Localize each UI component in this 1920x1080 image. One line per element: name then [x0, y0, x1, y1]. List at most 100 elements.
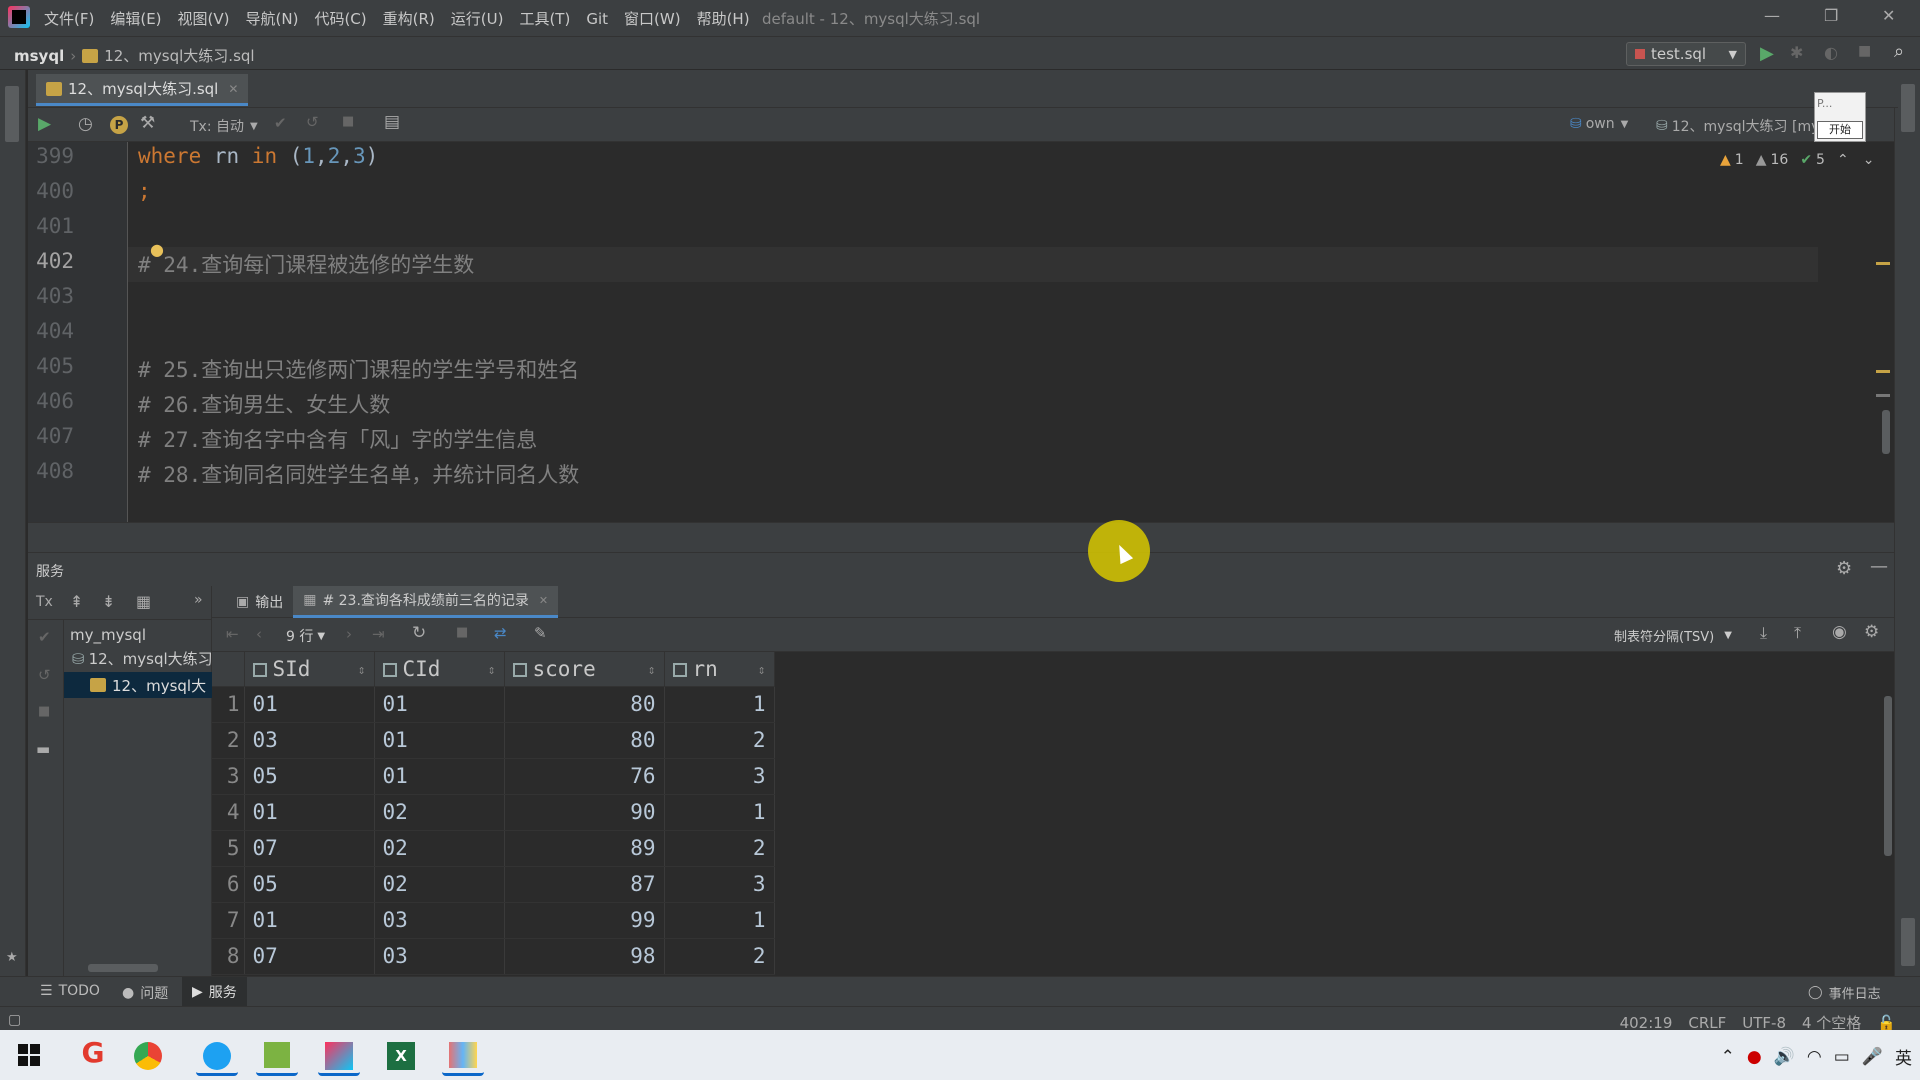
close-tab-icon[interactable]: ✕	[539, 594, 548, 607]
code-line[interactable]: # 24.查询每门课程被选修的学生数	[138, 249, 474, 279]
tool-event-log[interactable]: ◯ 事件日志	[1808, 983, 1881, 1002]
table-cell[interactable]: 1	[664, 794, 775, 831]
output-settings-icon[interactable]: ▤	[384, 112, 400, 132]
table-cell[interactable]: 07	[244, 938, 375, 975]
menu-item[interactable]: 导航(N)	[246, 8, 299, 29]
prev-page-icon[interactable]: ‹	[256, 625, 262, 643]
stop-icon[interactable]: ■	[38, 704, 50, 719]
code-line[interactable]: # 26.查询男生、女生人数	[138, 389, 390, 419]
run-icon[interactable]: ▶	[1760, 43, 1774, 64]
history-icon[interactable]: ◷	[78, 114, 93, 134]
line-separator[interactable]: CRLF	[1688, 1014, 1726, 1032]
debug-icon[interactable]: ✱	[1790, 43, 1803, 62]
rollback-icon[interactable]: ↺	[38, 666, 51, 684]
error-stripe-mark[interactable]	[1876, 394, 1890, 397]
search-icon[interactable]: ⌕	[1894, 41, 1904, 62]
lightbulb-icon[interactable]: ●	[150, 240, 164, 259]
table-cell[interactable]: 3	[664, 758, 775, 795]
compare-icon[interactable]: ⇄	[494, 624, 507, 642]
chevron-down-icon[interactable]: ⌄	[1863, 152, 1875, 168]
next-page-icon[interactable]: ›	[346, 625, 352, 643]
menu-item[interactable]: 代码(C)	[314, 8, 366, 29]
code-line[interactable]: # 25.查询出只选修两门课程的学生学号和姓名	[138, 354, 579, 384]
pin-icon[interactable]: ✎	[534, 624, 547, 642]
toggle-tool-windows-icon[interactable]: ▢	[8, 1012, 21, 1028]
table-cell[interactable]: 90	[504, 794, 665, 831]
editor-scrollbar[interactable]	[1882, 410, 1890, 454]
structure-tool-button[interactable]	[1901, 918, 1915, 966]
error-stripe-mark[interactable]	[1876, 262, 1890, 265]
tab-editor-file[interactable]: 12、mysql大练习.sql ✕	[36, 74, 249, 106]
group-icon[interactable]: ▦	[136, 592, 151, 611]
tree-scrollbar[interactable]	[88, 964, 158, 972]
eye-icon[interactable]: ◉	[1832, 622, 1847, 642]
table-cell[interactable]: 87	[504, 866, 665, 903]
favorites-star-icon[interactable]: ★	[6, 950, 18, 965]
menu-item[interactable]: 窗口(W)	[624, 8, 681, 29]
database-tool-button[interactable]	[5, 86, 19, 142]
tool-problems[interactable]: ● 问题	[122, 983, 168, 1003]
chevron-up-icon[interactable]: ⌃	[1837, 152, 1849, 168]
sort-icon[interactable]: ⇕	[648, 663, 656, 678]
profile-icon[interactable]: P	[110, 116, 128, 134]
datagrip-app-icon[interactable]	[318, 1036, 360, 1076]
volume-icon[interactable]: 🔊	[1774, 1047, 1795, 1067]
close-icon[interactable]: ✕	[1882, 6, 1895, 25]
chrome-icon[interactable]	[134, 1042, 162, 1070]
table-cell[interactable]: 01	[244, 794, 375, 831]
table-row[interactable]: 6 05 02 87 3	[212, 866, 775, 903]
table-cell[interactable]: 07	[244, 830, 375, 867]
table-row[interactable]: 7 01 03 99 1	[212, 902, 775, 939]
tool-services[interactable]: ▶ 服务	[182, 977, 247, 1007]
battery-icon[interactable]: ▭	[1834, 1047, 1850, 1067]
table-cell[interactable]: 02	[374, 866, 505, 903]
table-cell[interactable]: 01	[374, 758, 505, 795]
table-row[interactable]: 2 03 01 80 2	[212, 722, 775, 759]
table-row[interactable]: 3 05 01 76 3	[212, 758, 775, 795]
lock-icon[interactable]: 🔓	[1877, 1014, 1896, 1032]
popup-start-button[interactable]: 开始	[1817, 121, 1863, 139]
menu-item[interactable]: 编辑(E)	[110, 8, 161, 29]
column-header[interactable]: rn ⇕	[664, 652, 775, 687]
column-header[interactable]: SId ⇕	[244, 652, 375, 687]
table-row[interactable]: 8 07 03 98 2	[212, 938, 775, 975]
code-line[interactable]: ;	[138, 179, 151, 203]
more-icon[interactable]: »	[194, 592, 203, 608]
layout-icon[interactable]: ▬	[36, 740, 50, 758]
table-cell[interactable]: 03	[244, 722, 375, 759]
wrench-icon[interactable]: ⚒	[140, 113, 155, 133]
stop-icon[interactable]: ■	[342, 114, 354, 129]
browser-app-icon[interactable]	[196, 1036, 238, 1076]
tab-result[interactable]: ▦ # 23.查询各科成绩前三名的记录 ✕	[293, 585, 559, 618]
table-row[interactable]: 1 01 01 80 1	[212, 686, 775, 723]
sort-icon[interactable]: ⇕	[488, 663, 496, 678]
minimize-icon[interactable]: —	[1764, 6, 1780, 25]
first-page-icon[interactable]: ⇤	[226, 625, 239, 643]
table-cell[interactable]: 98	[504, 938, 665, 975]
table-row[interactable]: 5 07 02 89 2	[212, 830, 775, 867]
stop-icon[interactable]: ■	[456, 625, 468, 640]
table-cell[interactable]: 2	[664, 830, 775, 867]
table-cell[interactable]: 02	[374, 830, 505, 867]
row-count-select[interactable]: 9 行 ▼	[286, 626, 325, 646]
table-cell[interactable]: 05	[244, 758, 375, 795]
expand-all-icon[interactable]: ⇞	[70, 592, 83, 611]
export-format-select[interactable]: 制表符分隔(TSV) ▼	[1614, 626, 1732, 645]
tree-item-session[interactable]: 12、mysql大	[64, 672, 212, 698]
ime-indicator[interactable]: 英	[1895, 1044, 1912, 1069]
error-stripe-mark[interactable]	[1876, 370, 1890, 373]
coverage-icon[interactable]: ◐	[1824, 43, 1838, 62]
screen-recorder-popup[interactable]: P... 开始	[1814, 92, 1866, 142]
stop-icon[interactable]: ■	[1858, 43, 1871, 59]
commit-icon[interactable]: ✔	[38, 628, 51, 646]
code-line[interactable]: # 28.查询同名同姓学生名单，并统计同名人数	[138, 459, 579, 489]
table-cell[interactable]: 1	[664, 686, 775, 723]
last-page-icon[interactable]: ⇥	[372, 625, 385, 643]
tool-todo[interactable]: ☰ TODO	[40, 983, 100, 999]
menu-item[interactable]: 重构(R)	[383, 8, 435, 29]
rollback-icon[interactable]: ↺	[306, 113, 319, 131]
execute-icon[interactable]: ▶	[38, 114, 51, 134]
windows-start-icon[interactable]	[18, 1044, 40, 1066]
code-line[interactable]: # 27.查询名字中含有「风」字的学生信息	[138, 424, 537, 454]
menu-item[interactable]: 工具(T)	[519, 8, 570, 29]
